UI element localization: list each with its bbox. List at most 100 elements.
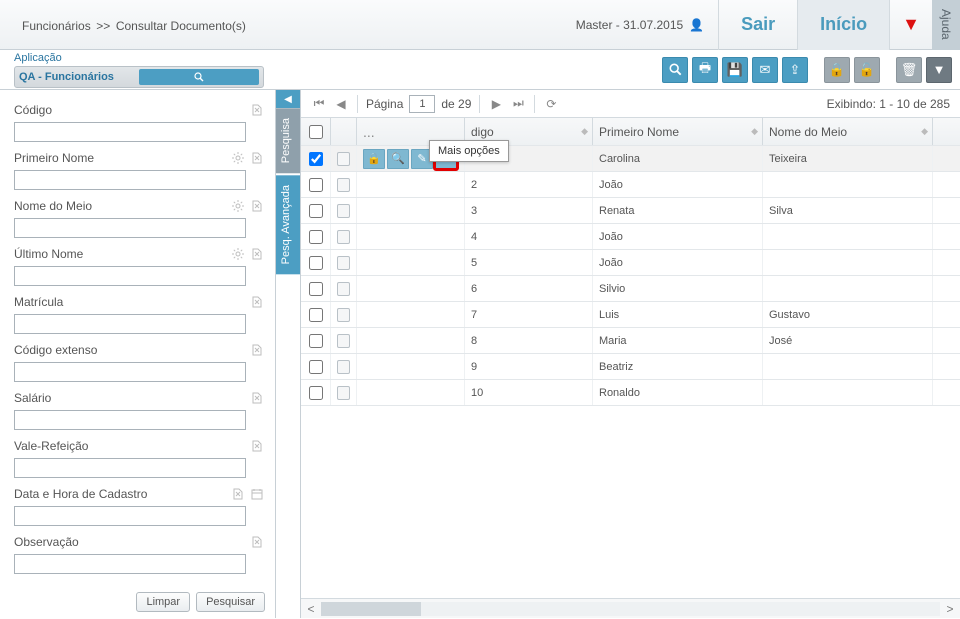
clear-button[interactable]: Limpar [136, 592, 190, 612]
row-view-button[interactable]: 🔍 [387, 149, 409, 169]
row-checkbox[interactable] [309, 256, 323, 270]
help-tab[interactable]: Ajuda [932, 0, 960, 50]
row-expand-icon[interactable] [337, 152, 350, 166]
table-row[interactable]: 3 Renata Silva [301, 198, 960, 224]
toolbar-trash-button[interactable]: 🗑 [896, 57, 922, 83]
row-expand-icon[interactable] [337, 386, 350, 400]
table-row[interactable]: 4 João [301, 224, 960, 250]
col-primeiro-label: Primeiro Nome [599, 125, 679, 139]
gear-icon[interactable] [230, 198, 246, 214]
row-expand-icon[interactable] [337, 204, 350, 218]
toolbar-lock-button[interactable]: 🔒 [824, 57, 850, 83]
filter-input[interactable] [14, 506, 246, 526]
cell-codigo: 5 [465, 250, 593, 275]
filter-input[interactable] [14, 458, 246, 478]
select-all-checkbox[interactable] [309, 125, 323, 139]
filter-field: Código [14, 100, 265, 142]
cell-codigo: 9 [465, 354, 593, 379]
filter-field: Vale-Refeição [14, 436, 265, 478]
clear-icon[interactable] [249, 246, 265, 262]
clear-icon[interactable] [230, 486, 246, 502]
table-row[interactable]: 7 Luis Gustavo [301, 302, 960, 328]
clear-icon[interactable] [249, 342, 265, 358]
filter-input[interactable] [14, 362, 246, 382]
row-expand-icon[interactable] [337, 282, 350, 296]
filter-label: Salário [14, 391, 246, 405]
row-checkbox[interactable] [309, 204, 323, 218]
tab-pesquisa-avancada[interactable]: Pesq. Avançada [276, 175, 300, 274]
calendar-icon[interactable] [249, 486, 265, 502]
pager-refresh-button[interactable]: ⟳ [543, 96, 559, 112]
row-checkbox[interactable] [309, 178, 323, 192]
horizontal-scrollbar[interactable]: < > [301, 598, 960, 618]
table-row[interactable]: 5 João [301, 250, 960, 276]
app-search-icon[interactable] [139, 69, 259, 85]
clear-icon[interactable] [249, 390, 265, 406]
sort-icon: ◆ [921, 126, 928, 137]
gear-icon[interactable] [230, 246, 246, 262]
filter-input[interactable] [14, 314, 246, 334]
table-row[interactable]: 10 Ronaldo [301, 380, 960, 406]
col-primeiro-nome[interactable]: Primeiro Nome ◆ [593, 118, 763, 145]
row-lock-button[interactable]: 🔒 [363, 149, 385, 169]
row-checkbox[interactable] [309, 386, 323, 400]
toolbar-print-button[interactable]: 🖶 [692, 57, 718, 83]
collapse-panel-button[interactable]: ◀ [276, 90, 300, 108]
hscroll-left-button[interactable]: < [301, 602, 321, 616]
sort-icon: ◆ [751, 126, 758, 137]
clear-icon[interactable] [249, 198, 265, 214]
table-row[interactable]: 8 Maria José [301, 328, 960, 354]
row-checkbox[interactable] [309, 282, 323, 296]
filter-input[interactable] [14, 218, 246, 238]
table-row[interactable]: 2 João [301, 172, 960, 198]
row-expand-icon[interactable] [337, 256, 350, 270]
toolbar-search-button[interactable] [662, 57, 688, 83]
filter-input[interactable] [14, 554, 246, 574]
row-checkbox[interactable] [309, 360, 323, 374]
filter-input[interactable] [14, 170, 246, 190]
table-row[interactable]: 🔒 🔍 ✎ ▼ 1 Carolina Teixeira [301, 146, 960, 172]
row-expand-icon[interactable] [337, 230, 350, 244]
clear-icon[interactable] [249, 438, 265, 454]
clear-icon[interactable] [249, 102, 265, 118]
clear-icon[interactable] [249, 534, 265, 550]
pager-first-button[interactable]: ⏮ [311, 96, 327, 112]
row-checkbox[interactable] [309, 308, 323, 322]
toolbar-mail-button[interactable]: ✉ [752, 57, 778, 83]
hscroll-track[interactable] [321, 602, 940, 616]
toolbar-unlock-button[interactable]: 🔓 [854, 57, 880, 83]
row-actions [357, 172, 465, 197]
top-dropdown-button[interactable]: ▼ [889, 0, 932, 50]
row-expand-icon[interactable] [337, 178, 350, 192]
row-expand-icon[interactable] [337, 334, 350, 348]
pager-page-input[interactable] [409, 95, 435, 113]
hscroll-right-button[interactable]: > [940, 602, 960, 616]
pager-next-button[interactable]: ▶ [488, 96, 504, 112]
toolbar-more-button[interactable]: ▼ [926, 57, 952, 83]
app-field[interactable]: QA - Funcionários [14, 66, 264, 88]
toolbar-save-button[interactable]: 💾 [722, 57, 748, 83]
gear-icon[interactable] [230, 150, 246, 166]
tab-pesquisa[interactable]: Pesquisa [276, 108, 300, 173]
row-checkbox[interactable] [309, 230, 323, 244]
row-checkbox[interactable] [309, 152, 323, 166]
home-button[interactable]: Início [797, 0, 889, 50]
hscroll-thumb[interactable] [321, 602, 421, 616]
pager-last-button[interactable]: ⏭ [510, 96, 526, 112]
pager-prev-button[interactable]: ◀ [333, 96, 349, 112]
table-row[interactable]: 6 Silvio [301, 276, 960, 302]
col-nome-meio[interactable]: Nome do Meio◆ [763, 118, 933, 145]
filter-input[interactable] [14, 122, 246, 142]
toolbar-export-button[interactable]: ⇪ [782, 57, 808, 83]
table-row[interactable]: 9 Beatriz [301, 354, 960, 380]
grid-area: ⏮ ◀ Página de 29 ▶ ⏭ ⟳ Exibindo: 1 - 10 … [300, 90, 960, 618]
search-button[interactable]: Pesquisar [196, 592, 265, 612]
filter-input[interactable] [14, 266, 246, 286]
row-expand-icon[interactable] [337, 308, 350, 322]
logout-button[interactable]: Sair [718, 0, 797, 50]
row-checkbox[interactable] [309, 334, 323, 348]
row-expand-icon[interactable] [337, 360, 350, 374]
clear-icon[interactable] [249, 150, 265, 166]
filter-input[interactable] [14, 410, 246, 430]
clear-icon[interactable] [249, 294, 265, 310]
